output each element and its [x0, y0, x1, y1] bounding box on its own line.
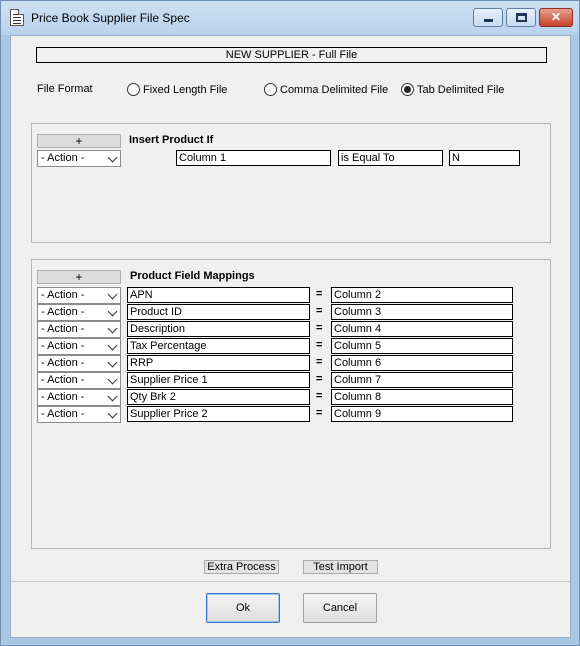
close-icon: ✕: [550, 10, 562, 24]
chevron-down-icon: [107, 323, 118, 334]
mapping-column[interactable]: Column 6: [331, 355, 513, 371]
supplier-title: NEW SUPPLIER - Full File: [36, 47, 547, 63]
radio-label: Tab Delimited File: [417, 83, 505, 96]
chevron-down-icon: [107, 374, 118, 385]
mapping-field-name[interactable]: Product ID: [127, 304, 310, 320]
field-mappings-panel: + Product Field Mappings - Action - APN = C…: [31, 259, 551, 549]
mapping-field-name[interactable]: Supplier Price 1: [127, 372, 310, 388]
window-title: Price Book Supplier File Spec: [31, 11, 190, 25]
condition-column-field[interactable]: Column 1: [176, 150, 331, 166]
mapping-field-name[interactable]: Description: [127, 321, 310, 337]
select-value: - Action -: [41, 374, 85, 386]
select-value: - Action -: [41, 340, 85, 352]
footer-divider: [11, 581, 570, 582]
chevron-down-icon: [107, 340, 118, 351]
cancel-button[interactable]: Cancel: [303, 593, 377, 623]
select-value: - Action -: [41, 323, 85, 335]
select-value: - Action -: [41, 408, 85, 420]
mapping-action-select[interactable]: - Action -: [37, 287, 121, 304]
equals-sign: =: [316, 356, 323, 368]
mapping-field-name[interactable]: Tax Percentage: [127, 338, 310, 354]
mapping-column[interactable]: Column 4: [331, 321, 513, 337]
radio-circle[interactable]: [264, 83, 277, 96]
mapping-column[interactable]: Column 5: [331, 338, 513, 354]
chevron-down-icon: [107, 306, 118, 317]
radio-comma-delimited[interactable]: Comma Delimited File: [264, 83, 388, 96]
chevron-down-icon: [107, 408, 118, 419]
extra-process-button[interactable]: Extra Process: [204, 560, 279, 574]
mapping-action-select[interactable]: - Action -: [37, 304, 121, 321]
mapping-column[interactable]: Column 2: [331, 287, 513, 303]
maximize-button[interactable]: [506, 8, 536, 27]
radio-tab-delimited[interactable]: Tab Delimited File: [401, 83, 504, 96]
insert-product-title: Insert Product If: [129, 134, 214, 146]
add-mapping-button[interactable]: +: [37, 270, 121, 284]
mapping-column[interactable]: Column 3: [331, 304, 513, 320]
mapping-action-select[interactable]: - Action -: [37, 389, 121, 406]
chevron-down-icon: [107, 391, 118, 402]
equals-sign: =: [316, 339, 323, 351]
chevron-down-icon: [107, 357, 118, 368]
select-value: - Action -: [41, 289, 85, 301]
radio-circle[interactable]: [127, 83, 140, 96]
condition-value-field[interactable]: N: [449, 150, 520, 166]
select-value: - Action -: [41, 357, 85, 369]
maximize-icon: [516, 13, 527, 22]
test-import-button[interactable]: Test Import: [303, 560, 378, 574]
dialog-window: Price Book Supplier File Spec ✕ NEW SUPP…: [0, 0, 580, 646]
mapping-field-name[interactable]: Supplier Price 2: [127, 406, 310, 422]
field-mappings-title: Product Field Mappings: [130, 270, 255, 282]
chevron-down-icon: [107, 289, 118, 300]
mapping-column[interactable]: Column 9: [331, 406, 513, 422]
equals-sign: =: [316, 322, 323, 334]
equals-sign: =: [316, 305, 323, 317]
mapping-action-select[interactable]: - Action -: [37, 372, 121, 389]
chevron-down-icon: [107, 152, 118, 163]
select-value: - Action -: [41, 152, 85, 164]
minimize-button[interactable]: [473, 8, 503, 27]
condition-action-select[interactable]: - Action -: [37, 150, 121, 167]
mapping-field-name[interactable]: APN: [127, 287, 310, 303]
equals-sign: =: [316, 288, 323, 300]
radio-circle-selected[interactable]: [401, 83, 414, 96]
equals-sign: =: [316, 373, 323, 385]
condition-operator-field[interactable]: is Equal To: [338, 150, 443, 166]
select-value: - Action -: [41, 306, 85, 318]
radio-label: Comma Delimited File: [280, 83, 389, 96]
mapping-column[interactable]: Column 8: [331, 389, 513, 405]
file-format-label: File Format: [37, 83, 93, 95]
minimize-icon: [484, 19, 493, 22]
mapping-action-select[interactable]: - Action -: [37, 321, 121, 338]
mapping-action-select[interactable]: - Action -: [37, 355, 121, 372]
radio-label: Fixed Length File: [143, 83, 228, 96]
insert-product-panel: + Insert Product If - Action - Column 1 …: [31, 123, 551, 243]
mapping-field-name[interactable]: Qty Brk 2: [127, 389, 310, 405]
mapping-action-select[interactable]: - Action -: [37, 406, 121, 423]
dialog-body: NEW SUPPLIER - Full File File Format Fix…: [10, 35, 571, 638]
select-value: - Action -: [41, 391, 85, 403]
document-icon: [10, 9, 24, 26]
mapping-column[interactable]: Column 7: [331, 372, 513, 388]
title-bar[interactable]: Price Book Supplier File Spec ✕: [1, 1, 579, 35]
equals-sign: =: [316, 407, 323, 419]
mapping-field-name[interactable]: RRP: [127, 355, 310, 371]
add-condition-button[interactable]: +: [37, 134, 121, 148]
radio-fixed-length[interactable]: Fixed Length File: [127, 83, 227, 96]
equals-sign: =: [316, 390, 323, 402]
mapping-action-select[interactable]: - Action -: [37, 338, 121, 355]
ok-button[interactable]: Ok: [206, 593, 280, 623]
close-button[interactable]: ✕: [539, 8, 573, 27]
